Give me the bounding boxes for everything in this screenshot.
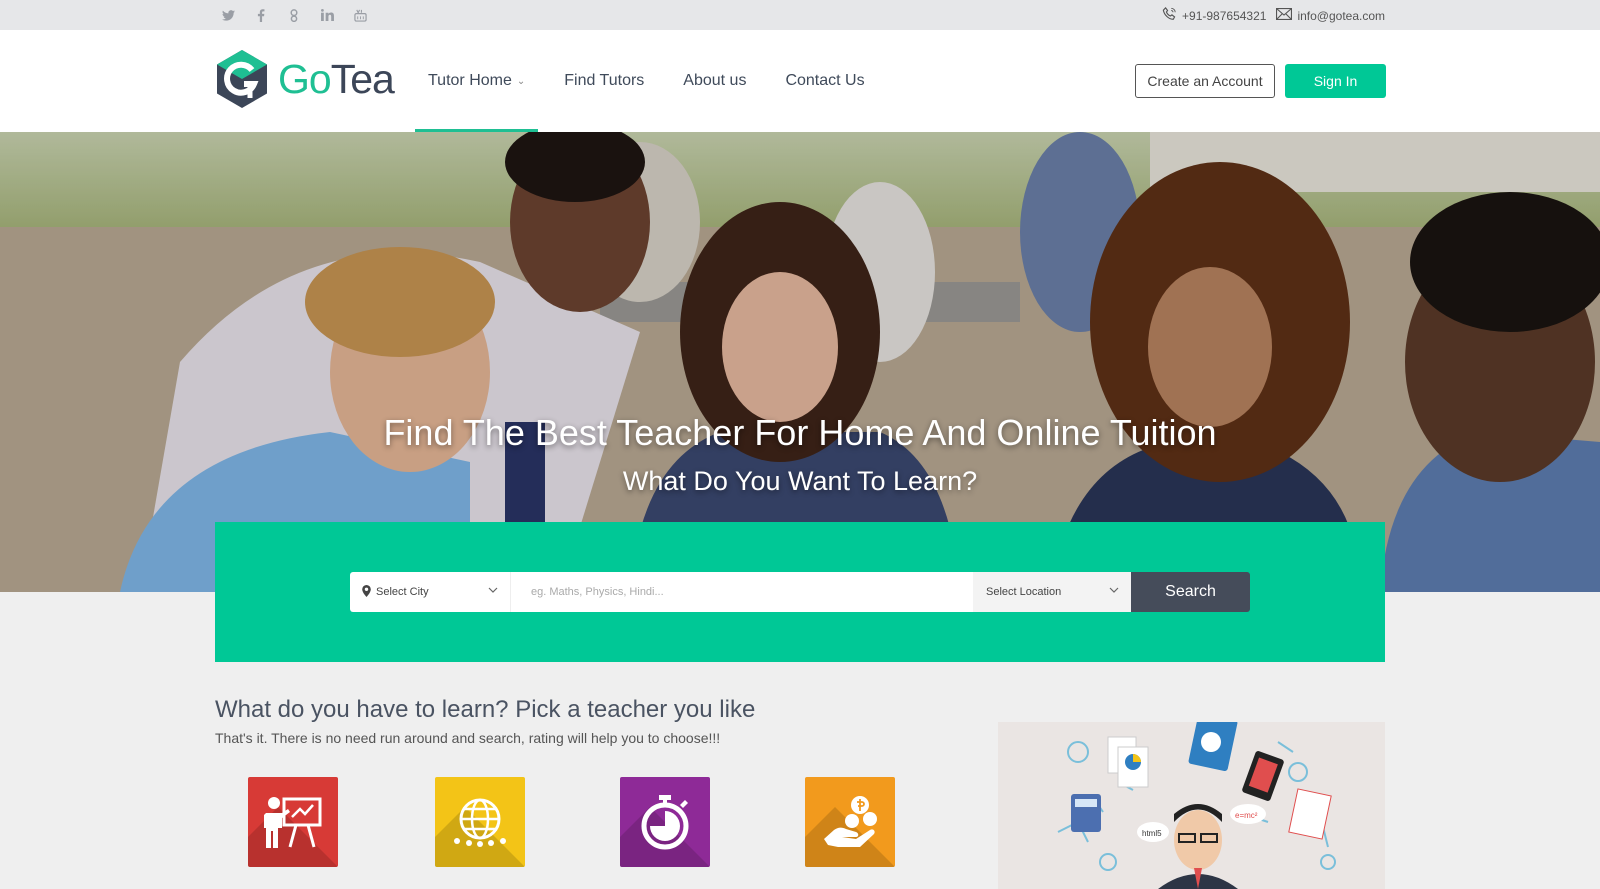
- search-panel: Select City Select Location Search: [215, 522, 1385, 662]
- stopwatch-icon: [641, 795, 689, 850]
- nav-label: Tutor Home: [428, 72, 512, 89]
- hero-subtitle: What Do You Want To Learn?: [622, 466, 978, 496]
- feature-tile-teacher[interactable]: [248, 777, 338, 867]
- facebook-icon[interactable]: [253, 7, 269, 23]
- site-logo[interactable]: GoTea: [214, 48, 395, 110]
- nav-label: About us: [683, 72, 747, 89]
- twitter-icon[interactable]: [220, 7, 236, 23]
- subject-search-input[interactable]: [510, 572, 973, 612]
- mail-icon: [1276, 7, 1293, 23]
- phone-number: +91-987654321: [1182, 8, 1267, 23]
- globe-people-icon: [454, 798, 506, 847]
- feature-tile-global[interactable]: [435, 777, 525, 867]
- nav-find-tutors[interactable]: Find Tutors: [551, 30, 657, 132]
- feature-tile-pricing[interactable]: [805, 777, 895, 867]
- money-hand-icon: [824, 796, 877, 847]
- linkedin-icon[interactable]: [319, 7, 335, 23]
- map-pin-icon: [362, 584, 371, 600]
- social-links: [220, 7, 368, 23]
- feature-tile-time[interactable]: [620, 777, 710, 867]
- teacher-board-icon: [264, 797, 322, 848]
- logo-wordmark: GoTea: [278, 55, 395, 102]
- phone-icon: [1162, 6, 1177, 24]
- chevron-down-icon: [488, 585, 498, 596]
- nav-contact-us[interactable]: Contact Us: [772, 30, 877, 132]
- city-select[interactable]: Select City: [350, 572, 510, 612]
- top-bar: +91-987654321 info@gotea.com: [0, 0, 1600, 30]
- section-subtitle: That's it. There is no need run around a…: [215, 730, 721, 746]
- hero-title: Find The Best Teacher For Home And Onlin…: [383, 412, 1217, 453]
- nav-label: Find Tutors: [564, 72, 645, 89]
- main-nav: Tutor Home ⌄ Find Tutors About us Contac…: [415, 30, 891, 132]
- nav-about-us[interactable]: About us: [670, 30, 759, 132]
- site-header: GoTea Tutor Home ⌄ Find Tutors About us …: [0, 30, 1600, 132]
- search-form: Select City Select Location Search: [350, 572, 1250, 612]
- youtube-icon[interactable]: [352, 7, 368, 23]
- nav-tutor-home[interactable]: Tutor Home ⌄: [415, 30, 539, 132]
- gotea-logo-icon: [217, 50, 267, 108]
- search-button[interactable]: Search: [1131, 572, 1250, 612]
- section-title: What do you have to learn? Pick a teache…: [215, 696, 756, 723]
- city-select-value: Select City: [376, 586, 429, 598]
- create-account-button[interactable]: Create an Account: [1135, 64, 1275, 98]
- illus-formula-label: e=mc²: [1235, 811, 1258, 820]
- location-select-value: Select Location: [986, 586, 1062, 598]
- contact-info: +91-987654321 info@gotea.com: [1162, 6, 1385, 24]
- chevron-down-icon: ⌄: [516, 75, 526, 87]
- email-contact[interactable]: info@gotea.com: [1276, 7, 1385, 23]
- location-select[interactable]: Select Location: [973, 572, 1131, 612]
- illus-html-label: html5: [1142, 829, 1162, 838]
- sign-in-button[interactable]: Sign In: [1285, 64, 1386, 98]
- google-plus-icon[interactable]: [286, 7, 302, 23]
- nav-label: Contact Us: [785, 72, 865, 89]
- education-illustration: html5 e=mc²: [998, 722, 1385, 889]
- phone-contact[interactable]: +91-987654321: [1162, 6, 1267, 24]
- email-address: info@gotea.com: [1297, 8, 1385, 23]
- chevron-down-icon: [1109, 585, 1119, 596]
